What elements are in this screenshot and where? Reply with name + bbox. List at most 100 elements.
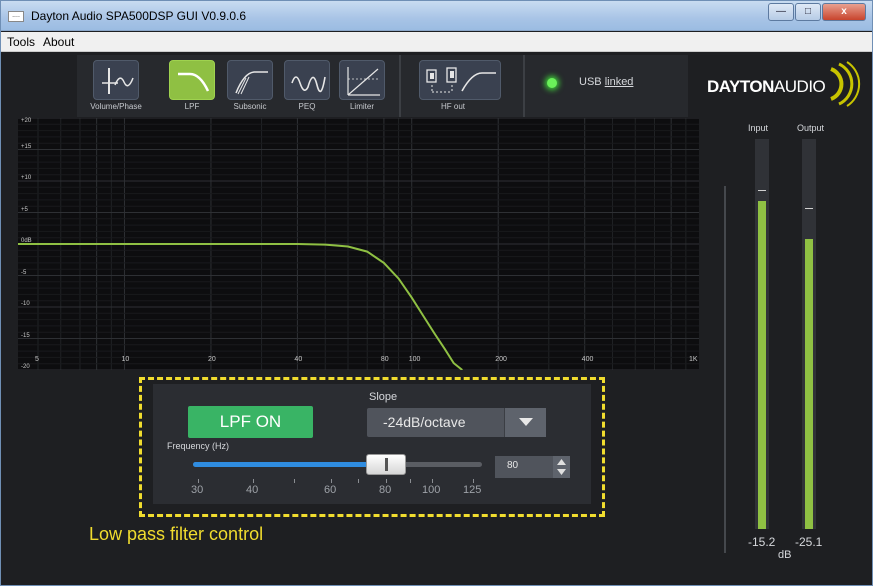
- logo-light: AUDIO: [773, 77, 826, 96]
- subsonic-icon: [235, 71, 268, 95]
- frequency-spinbox[interactable]: 80: [495, 456, 570, 478]
- tool-label-subsonic: Subsonic: [233, 102, 267, 111]
- slider-tick: [331, 479, 332, 483]
- slope-dropdown[interactable]: -24dB/octave: [367, 408, 546, 437]
- slider-tick-label: 125: [463, 484, 482, 496]
- dayton-audio-logo: DAYTONAUDIO: [707, 77, 826, 97]
- slider-tick-label: 100: [422, 484, 441, 496]
- input-meter: [755, 139, 769, 529]
- input-meter-label: Input: [748, 123, 769, 133]
- meter-divider: [724, 186, 726, 553]
- x-tick-label: 100: [408, 356, 421, 363]
- output-meter-fill: [805, 239, 813, 529]
- x-tick-label: 400: [581, 356, 594, 363]
- frequency-input[interactable]: 80: [507, 460, 518, 471]
- db-unit-label: dB: [778, 549, 792, 561]
- frequency-slider-fill: [193, 462, 383, 467]
- input-level-value: -15.2: [748, 535, 776, 549]
- tool-subsonic[interactable]: [227, 60, 273, 100]
- x-tick-label: 80: [380, 356, 389, 363]
- app-icon: ....: [8, 11, 24, 22]
- level-meter-panel: [713, 119, 869, 583]
- slider-tick: [198, 479, 199, 483]
- slider-tick: [473, 479, 474, 483]
- x-tick-label: 10: [121, 356, 130, 363]
- usb-status: USB linked: [579, 76, 633, 88]
- limiter-icon: [347, 67, 380, 96]
- spinbox-buttons: [553, 456, 570, 478]
- spin-up-icon[interactable]: [557, 459, 566, 465]
- tool-label-lpf: LPF: [184, 102, 200, 111]
- y-tick-label: +20: [21, 118, 32, 124]
- input-meter-fill: [758, 201, 766, 529]
- slope-label: Slope: [369, 391, 398, 403]
- y-tick-label: +15: [21, 143, 32, 150]
- tool-label-limiter: Limiter: [349, 102, 374, 111]
- tool-limiter[interactable]: [339, 60, 385, 100]
- slider-tick-label: 40: [246, 484, 259, 496]
- output-meter: [802, 139, 816, 529]
- lpf-icon: [178, 72, 210, 92]
- tool-label-peq: PEQ: [298, 102, 316, 111]
- logo-bold: DAYTON: [707, 77, 774, 96]
- slider-tick-label: 30: [191, 484, 204, 496]
- spin-down-icon[interactable]: [557, 469, 566, 475]
- slider-tick: [386, 479, 387, 483]
- slider-tick: [432, 479, 433, 483]
- window-title: Dayton Audio SPA500DSP GUI V0.9.0.6: [31, 9, 247, 23]
- tool-label-volume-phase: Volume/Phase: [90, 102, 142, 111]
- tool-label-hf-out: HF out: [440, 102, 465, 111]
- frequency-label: Frequency (Hz): [167, 441, 230, 451]
- tool-hf-out[interactable]: [419, 60, 501, 100]
- logo-waves-icon: [830, 61, 861, 107]
- app-window: .... Dayton Audio SPA500DSP GUI V0.9.0.6…: [0, 0, 873, 586]
- output-level-value: -25.1: [795, 535, 823, 549]
- toolbar-divider: [399, 55, 401, 117]
- x-tick-label: 5: [35, 356, 39, 363]
- chart-canvas: [18, 117, 699, 371]
- usb-prefix: USB: [579, 76, 602, 88]
- menu-tools[interactable]: Tools: [7, 35, 35, 49]
- toolbar-divider: [523, 55, 525, 117]
- chevron-down-icon: [519, 418, 533, 426]
- frequency-slider-thumb[interactable]: [366, 454, 406, 475]
- minimize-button[interactable]: —: [768, 3, 794, 21]
- output-peak-marker: [805, 208, 813, 209]
- slider-tick: [253, 479, 254, 483]
- input-peak-marker: [758, 190, 766, 191]
- menu-bar: Tools About: [1, 32, 872, 52]
- slider-tick: [294, 479, 295, 483]
- y-tick-label: 0dB: [21, 238, 32, 244]
- usb-status-led: [547, 78, 557, 88]
- tool-lpf[interactable]: [169, 60, 215, 100]
- tool-peq[interactable]: [284, 60, 330, 100]
- output-meter-label: Output: [797, 123, 825, 133]
- close-button[interactable]: x: [822, 3, 866, 21]
- hf-out-icon: [426, 67, 496, 93]
- peq-icon: [291, 76, 326, 93]
- y-tick-label: +5: [21, 206, 28, 213]
- frequency-response-chart[interactable]: [18, 117, 699, 371]
- y-tick-label: -20: [21, 364, 30, 370]
- title-bar[interactable]: .... Dayton Audio SPA500DSP GUI V0.9.0.6…: [1, 1, 872, 31]
- y-tick-label: -10: [21, 301, 30, 307]
- maximize-button[interactable]: □: [795, 3, 821, 21]
- window-controls: — □ x: [767, 3, 866, 21]
- menu-about[interactable]: About: [43, 35, 74, 49]
- x-tick-label: 1K: [689, 356, 698, 363]
- x-tick-label: 40: [294, 356, 303, 363]
- y-tick-label: -5: [21, 269, 27, 276]
- slider-tick: [358, 479, 359, 483]
- volume-phase-icon: [102, 68, 134, 94]
- x-tick-label: 200: [495, 356, 507, 363]
- x-tick-label: 20: [207, 356, 216, 363]
- slider-tick-label: 60: [324, 484, 337, 496]
- slider-tick-label: 80: [379, 484, 392, 496]
- y-tick-label: +10: [21, 175, 32, 181]
- lpf-toggle-button[interactable]: LPF ON: [188, 406, 313, 438]
- slider-tick: [410, 479, 411, 483]
- usb-link-status[interactable]: linked: [605, 76, 634, 88]
- slope-dropdown-button[interactable]: [504, 408, 546, 437]
- tool-volume-phase[interactable]: [93, 60, 139, 100]
- y-tick-label: -15: [21, 332, 30, 339]
